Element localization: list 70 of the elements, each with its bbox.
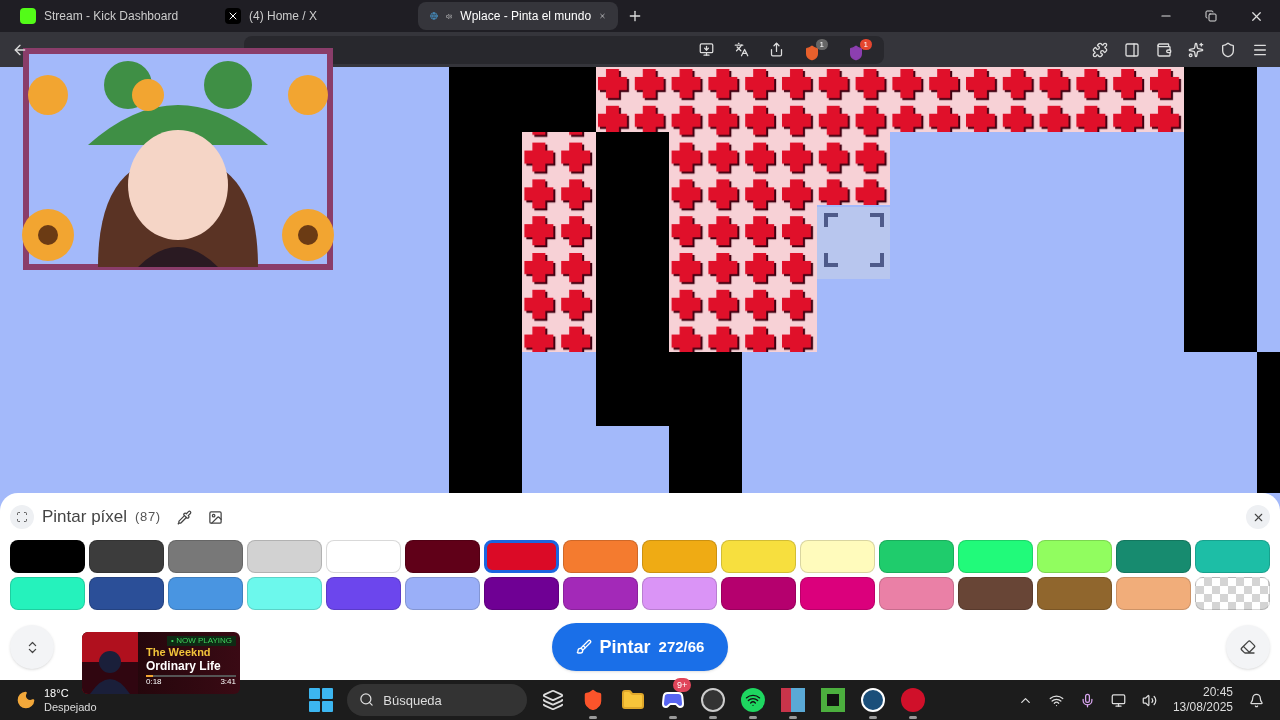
restore-icon[interactable] — [1205, 10, 1217, 22]
moon-icon — [16, 690, 36, 710]
x-logo-icon — [225, 8, 241, 24]
tab-title: Wplace - Pinta el mundo — [460, 8, 592, 25]
tab-title: Stream - Kick Dashboard — [44, 8, 180, 25]
notification-badge: 9+ — [673, 678, 692, 692]
sidebar-icon[interactable] — [1124, 41, 1140, 58]
expand-icon — [16, 511, 28, 523]
wallet-icon[interactable] — [1156, 41, 1172, 58]
sparkles-icon[interactable] — [1188, 41, 1204, 58]
tab-title: (4) Home / X — [249, 8, 318, 25]
image-icon[interactable] — [207, 509, 223, 525]
share-icon[interactable] — [769, 42, 784, 57]
paint-app-icon — [781, 688, 806, 712]
shield-icon — [804, 44, 820, 61]
paint-button[interactable]: Pintar 272/66 — [551, 623, 729, 671]
running-indicator — [709, 716, 718, 719]
count-badge: 1 — [859, 38, 872, 50]
charges-count: 272/66 — [658, 636, 705, 657]
artist-name: The Weeknd — [146, 646, 212, 659]
extensions-icon[interactable] — [1092, 41, 1108, 58]
brush-icon — [575, 639, 592, 655]
shield-extension-button[interactable]: 1 — [804, 38, 828, 61]
clock-date: 13/08/2025 — [1172, 700, 1233, 715]
now-playing-tag: • NOW PLAYING — [167, 636, 236, 646]
volume-icon[interactable] — [1141, 692, 1157, 708]
eraser-button[interactable] — [1226, 625, 1270, 669]
task-view-icon — [542, 689, 565, 711]
install-icon[interactable] — [699, 42, 714, 57]
shield-icon — [848, 44, 864, 61]
expand-button[interactable] — [10, 505, 34, 529]
translate-icon[interactable] — [734, 42, 749, 57]
search-icon — [359, 692, 375, 707]
pixel-count: (87) — [135, 508, 161, 527]
paint-label: Pintar — [599, 635, 651, 659]
count-badge: 1 — [815, 38, 828, 50]
running-indicator — [589, 716, 598, 719]
temperature: 18°C — [44, 686, 70, 700]
toggle-button[interactable] — [10, 625, 54, 669]
browser-tab[interactable]: (4) Home / X — [213, 2, 413, 30]
folder-icon — [621, 688, 646, 712]
running-indicator — [789, 716, 798, 719]
track-duration: 3:41 — [220, 677, 236, 687]
kick-logo-icon — [20, 8, 36, 24]
track-title: Ordinary Life — [146, 659, 222, 673]
windows-logo-icon — [309, 688, 334, 712]
running-indicator — [749, 716, 758, 719]
running-indicator — [669, 716, 678, 719]
browser-tab[interactable]: Stream - Kick Dashboard — [8, 2, 208, 30]
running-indicator — [909, 716, 918, 719]
search-field[interactable]: Búsqueda — [347, 684, 528, 716]
eraser-icon — [1240, 639, 1256, 655]
triangle-extension-button[interactable]: 1 — [848, 38, 872, 61]
weather-condition: Despejado — [44, 700, 97, 714]
shield-icon[interactable] — [1220, 41, 1236, 58]
running-indicator — [869, 716, 878, 719]
mic-icon[interactable] — [1079, 692, 1095, 708]
bell-icon[interactable] — [1249, 692, 1264, 708]
transparent-swatch[interactable] — [1195, 577, 1270, 610]
eyedropper-icon[interactable] — [176, 509, 192, 525]
address-bar[interactable]: 1 1 — [244, 35, 884, 64]
clock-time: 20:45 — [1202, 685, 1233, 700]
wifi-icon[interactable] — [1048, 692, 1064, 708]
panel-title: Pintar píxel — [42, 506, 128, 529]
elapsed-time: 0:18 — [146, 677, 162, 687]
new-tab-icon[interactable] — [627, 8, 643, 24]
close-button[interactable] — [1246, 505, 1270, 529]
color-swatch[interactable] — [484, 540, 559, 573]
monitor-icon[interactable] — [1110, 692, 1126, 708]
browser-tab[interactable]: Wplace - Pinta el mundo — [418, 2, 618, 30]
